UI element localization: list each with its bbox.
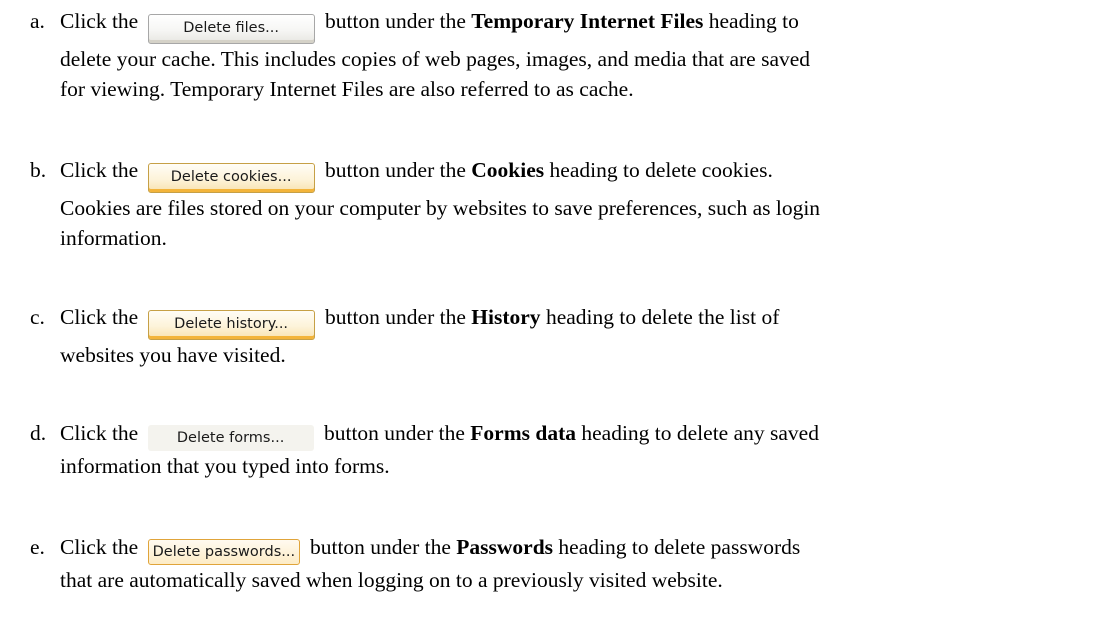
step-prefix: Click the (60, 535, 139, 559)
step-line-3: information. (60, 226, 167, 250)
step-text: Click the Delete files... button under t… (60, 6, 1100, 104)
heading-name: History (471, 305, 541, 329)
step-text: Click the Delete passwords... button und… (60, 532, 1100, 595)
step-after-button: button under the (324, 158, 466, 182)
step-marker: e. (30, 535, 45, 559)
step-rest: heading to (708, 9, 799, 33)
heading-name: Forms data (470, 421, 576, 445)
step-rest: heading to delete any saved (581, 421, 819, 445)
step-rest: heading to delete cookies. (549, 158, 773, 182)
step-marker: c. (30, 305, 45, 329)
step-marker: d. (30, 421, 47, 445)
step-line-3: for viewing. Temporary Internet Files ar… (60, 77, 634, 101)
step-line-2: websites you have visited. (60, 343, 286, 367)
step-prefix: Click the (60, 158, 139, 182)
delete-cookies-button[interactable]: Delete cookies... (147, 163, 315, 193)
step-prefix: Click the (60, 305, 139, 329)
delete-history-button[interactable]: Delete history... (147, 310, 315, 340)
step-line-1: Click the Delete passwords... button und… (60, 532, 1100, 565)
delete-forms-button[interactable]: Delete forms... (147, 425, 314, 451)
step-rest: heading to delete passwords (558, 535, 801, 559)
heading-name: Passwords (456, 535, 554, 559)
heading-name: Cookies (471, 158, 545, 182)
step-after-button: button under the (309, 535, 451, 559)
step-line-1: Click the Delete cookies... button under… (60, 155, 1100, 193)
step-prefix: Click the (60, 421, 139, 445)
step-line-1: Click the Delete history... button under… (60, 302, 1100, 340)
heading-name: Temporary Internet Files (471, 9, 704, 33)
step-line-2: delete your cache. This includes copies … (60, 47, 811, 71)
step-line-1: Click the Delete forms... button under t… (60, 418, 1100, 451)
step-rest: heading to delete the list of (545, 305, 780, 329)
step-after-button: button under the (324, 305, 466, 329)
step-line-2: Cookies are files stored on your compute… (60, 196, 821, 220)
step-text: Click the Delete history... button under… (60, 302, 1100, 370)
step-marker: b. (30, 158, 47, 182)
step-after-button: button under the (324, 9, 466, 33)
step-after-button: button under the (323, 421, 465, 445)
step-line-1: Click the Delete files... button under t… (60, 6, 1100, 44)
delete-files-button[interactable]: Delete files... (147, 14, 315, 44)
step-line-2: information that you typed into forms. (60, 454, 390, 478)
step-marker: a. (30, 9, 45, 33)
step-text: Click the Delete cookies... button under… (60, 155, 1100, 253)
step-prefix: Click the (60, 9, 139, 33)
step-text: Click the Delete forms... button under t… (60, 418, 1100, 481)
step-line-2: that are automatically saved when loggin… (60, 568, 723, 592)
delete-passwords-button[interactable]: Delete passwords... (147, 539, 300, 565)
